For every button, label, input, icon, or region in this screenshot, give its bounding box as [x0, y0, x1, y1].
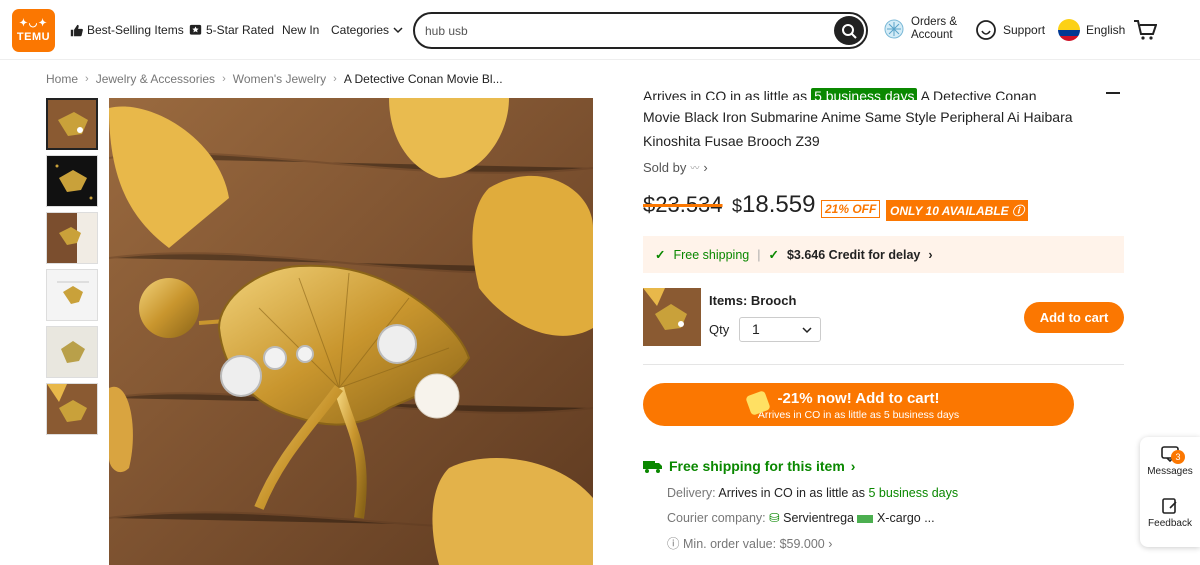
breadcrumb-current: A Detective Conan Movie Bl...: [343, 72, 503, 86]
product-title-line2: Movie Black Iron Submarine Anime Same St…: [643, 109, 1073, 125]
chevron-right-icon: ›: [703, 160, 708, 175]
chevron-right-icon: ›: [222, 73, 226, 85]
breadcrumb: Home › Jewelry & Accessories › Women's J…: [46, 72, 503, 86]
thumbnail-3[interactable]: [46, 212, 98, 264]
messages-button[interactable]: 3 Messages: [1140, 445, 1200, 477]
chevron-right-icon: ›: [333, 73, 337, 85]
collapse-icon[interactable]: [1106, 92, 1120, 94]
chevron-right-icon: ›: [850, 458, 856, 474]
floating-side-panel: 3 Messages Feedback: [1140, 437, 1200, 547]
shipping-benefits[interactable]: ✓ Free shipping | ✓ $3.646 Credit for de…: [643, 236, 1124, 273]
qty-label: Qty: [709, 322, 730, 337]
availability-badge: ONLY 10 AVAILABLE ⓘ: [886, 200, 1029, 221]
product-main-image[interactable]: [109, 98, 593, 565]
thumbs-up-icon: [70, 24, 83, 36]
thumbnail-6[interactable]: [46, 383, 98, 435]
check-icon: ✓: [655, 248, 666, 262]
add-to-cart-button[interactable]: Add to cart: [1024, 302, 1124, 333]
xcargo-logo-icon: [857, 514, 874, 523]
cart-button[interactable]: [1133, 18, 1157, 42]
product-title-line3: Kinoshita Fusae Brooch Z39: [643, 133, 820, 149]
support-link[interactable]: Support: [975, 19, 1045, 41]
servientrega-logo-icon: ⛁: [769, 511, 780, 525]
nav-five-star[interactable]: 5-Star Rated: [189, 23, 274, 37]
feedback-button[interactable]: Feedback: [1140, 497, 1200, 529]
items-label: Items: Brooch: [709, 293, 797, 308]
colombia-flag-icon: [1058, 19, 1080, 41]
courier-info: Courier company: ⛁ Servientrega X-cargo …: [667, 511, 935, 525]
thumbnail-4[interactable]: [46, 269, 98, 321]
price-current: $18.559: [732, 191, 816, 218]
info-icon: ⓘ: [667, 537, 680, 551]
star-badge-icon: [189, 24, 202, 35]
price-original: $23.534: [643, 192, 723, 217]
info-icon: ⓘ: [1012, 204, 1025, 218]
truck-icon: [643, 461, 662, 473]
chevron-right-icon: ›: [85, 73, 89, 85]
item-thumbnail: [643, 288, 701, 346]
nav-categories[interactable]: Categories: [331, 23, 403, 37]
orders-account[interactable]: Orders & Account: [883, 16, 957, 42]
thumbnail-2[interactable]: [46, 155, 98, 207]
search-input[interactable]: hub usb: [413, 12, 868, 49]
cart-icon: [1134, 20, 1157, 40]
feedback-icon: [1162, 498, 1177, 514]
thumbnail-1[interactable]: [46, 98, 98, 150]
breadcrumb-home[interactable]: Home: [46, 72, 78, 86]
search-button[interactable]: [834, 16, 864, 45]
divider: |: [757, 247, 761, 262]
orders-icon: [884, 19, 904, 39]
chevron-down-icon: [802, 327, 812, 334]
divider: [643, 364, 1124, 365]
quantity-select[interactable]: 1: [739, 317, 821, 342]
site-header: ✦◡✦ TEMU Best-Selling Items 5-Star Rated…: [0, 0, 1200, 60]
min-order-info[interactable]: ⓘ Min. order value: $59.000 ›: [667, 533, 832, 552]
chevron-right-icon: ›: [928, 247, 933, 262]
discount-badge: 21% OFF: [821, 200, 881, 218]
temu-logo[interactable]: ✦◡✦ TEMU: [12, 9, 55, 52]
language-selector[interactable]: English: [1058, 19, 1125, 41]
messages-count-badge: 3: [1171, 450, 1185, 464]
logo-icon: ✦◡✦: [19, 18, 48, 29]
thumbnail-list: [46, 98, 98, 440]
check-icon: ✓: [768, 248, 779, 262]
delivery-info: Delivery: Arrives in CO in as little as …: [667, 486, 959, 500]
search-icon: [842, 23, 857, 39]
breadcrumb-jewelry[interactable]: Jewelry & Accessories: [96, 72, 215, 86]
arrives-banner: Arrives in CO in as little as 5 business…: [643, 84, 1123, 100]
chevron-right-icon: ›: [828, 537, 833, 551]
free-shipping-heading[interactable]: Free shipping for this item ›: [643, 458, 855, 474]
thumbnail-5[interactable]: [46, 326, 98, 378]
arrives-badge: 5 business days: [811, 88, 918, 100]
breadcrumb-womens-jewelry[interactable]: Women's Jewelry: [233, 72, 326, 86]
add-to-cart-discount-button[interactable]: -21% now! Add to cart! Arrives in CO in …: [643, 383, 1074, 426]
support-icon: [976, 20, 996, 40]
sold-by[interactable]: Sold by 〰 ›: [643, 160, 708, 175]
nav-best-selling[interactable]: Best-Selling Items: [70, 23, 184, 37]
seller-logo-icon: 〰: [690, 163, 700, 173]
nav-new-in[interactable]: New In: [282, 23, 319, 37]
chevron-down-icon: [393, 27, 403, 34]
